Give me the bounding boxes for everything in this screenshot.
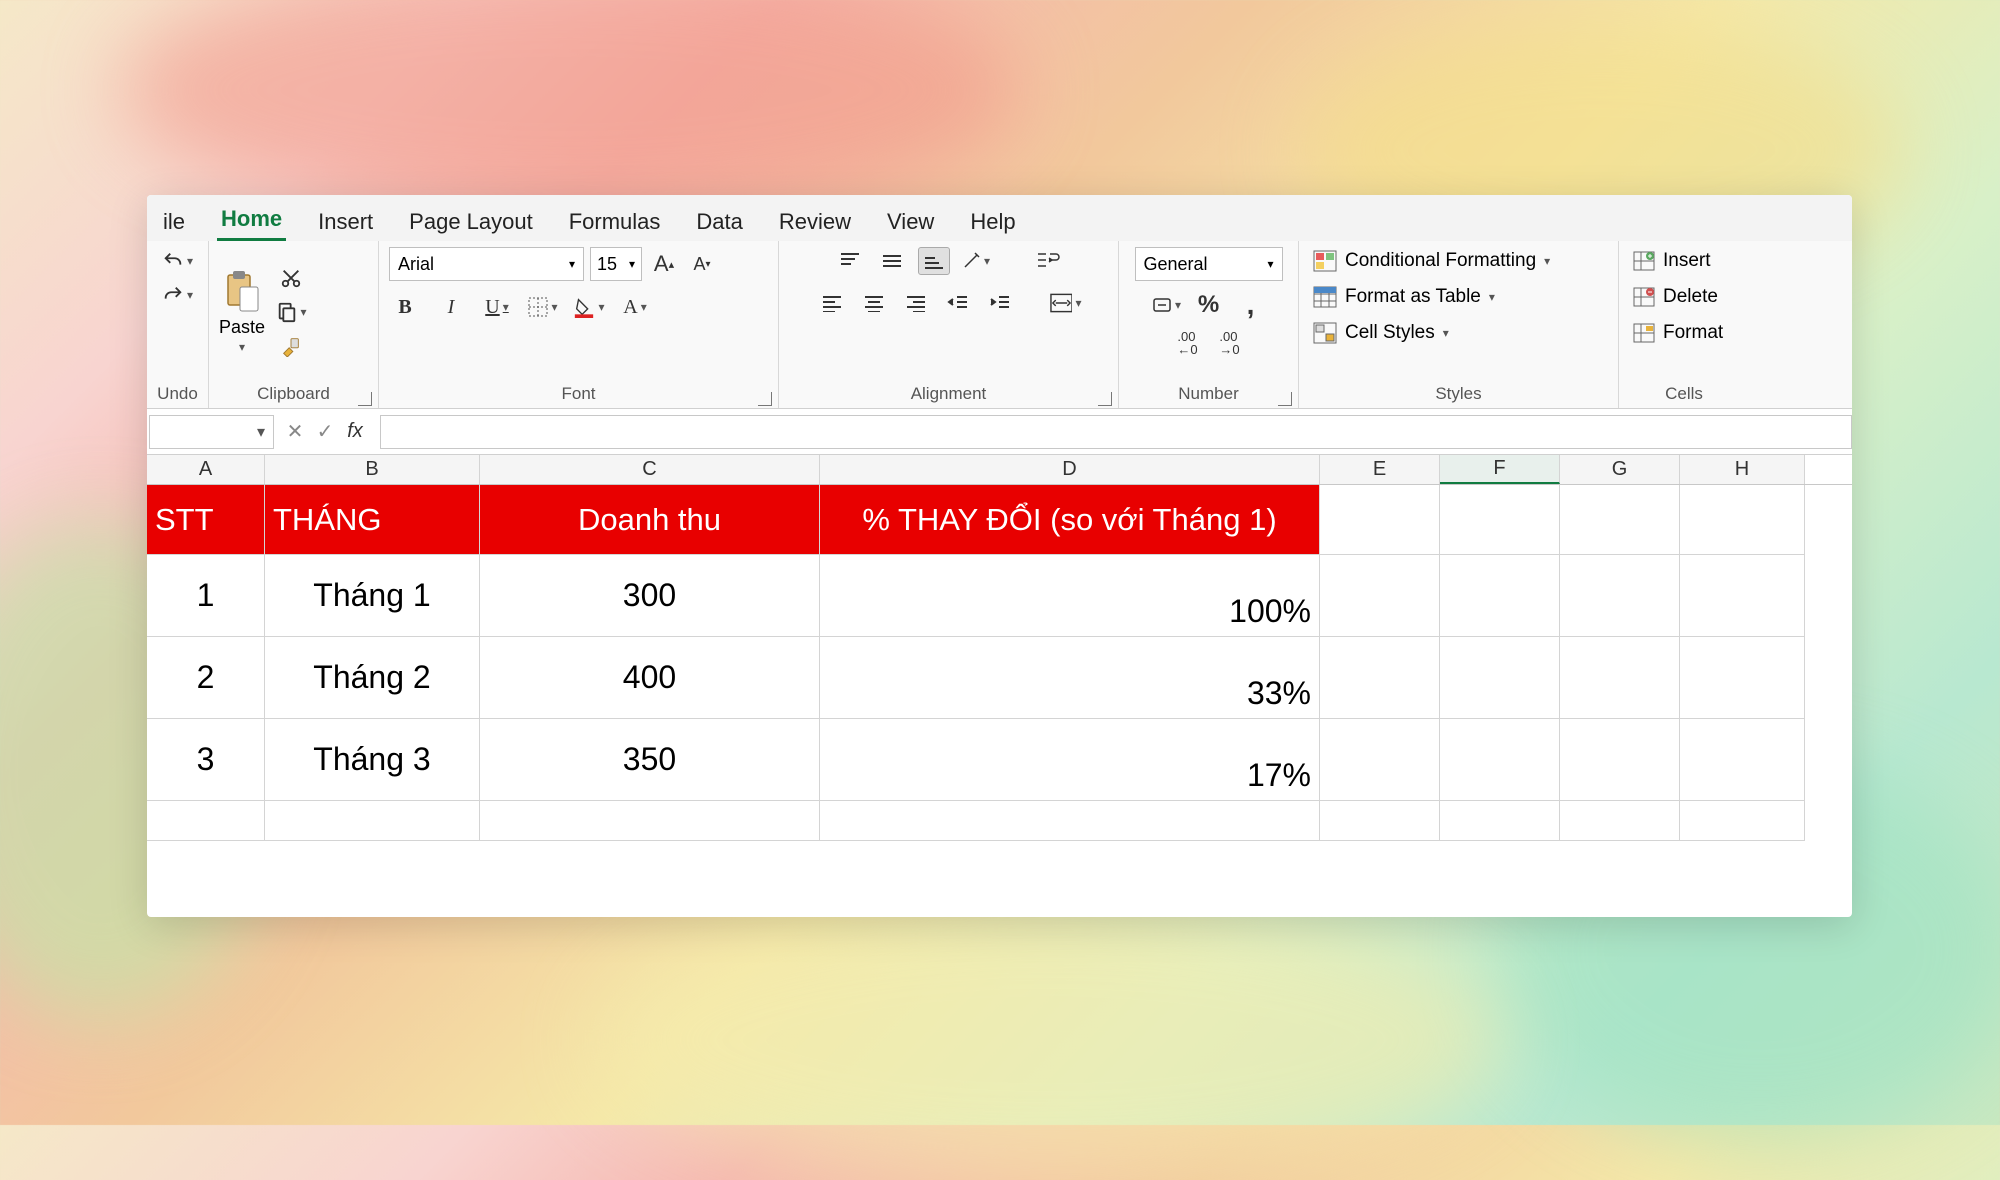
- tab-view[interactable]: View: [883, 201, 938, 241]
- formula-input[interactable]: [380, 415, 1852, 449]
- number-format-select[interactable]: General▾: [1135, 247, 1283, 281]
- table-header-row: STT THÁNG Doanh thu % THAY ĐỔI (so với T…: [147, 485, 1852, 555]
- group-label-undo: Undo: [147, 382, 208, 408]
- decrease-decimal-button[interactable]: .00←0: [1172, 329, 1204, 357]
- align-middle-button[interactable]: [876, 247, 908, 275]
- align-right-button[interactable]: [900, 289, 932, 317]
- formula-cancel-icon[interactable]: ✕: [280, 417, 310, 447]
- group-label-styles: Styles: [1299, 382, 1618, 408]
- group-label-font: Font: [379, 382, 778, 408]
- copy-button[interactable]: [275, 298, 307, 326]
- col-header-F[interactable]: F: [1440, 455, 1560, 484]
- table-row: 2 Tháng 2 400 33%: [147, 637, 1852, 719]
- hdr-doanhthu[interactable]: Doanh thu: [480, 485, 820, 555]
- col-header-E[interactable]: E: [1320, 455, 1440, 484]
- ribbon-tabs: ile Home Insert Page Layout Formulas Dat…: [147, 195, 1852, 241]
- underline-button[interactable]: U: [481, 293, 513, 321]
- paste-button[interactable]: Paste ▾: [219, 269, 265, 354]
- conditional-formatting-button[interactable]: Conditional Formatting▾: [1309, 247, 1554, 275]
- font-color-button[interactable]: A: [619, 293, 651, 321]
- clipboard-dialog-icon[interactable]: [358, 392, 372, 406]
- format-painter-button[interactable]: [275, 332, 307, 360]
- insert-cells-button[interactable]: Insert: [1629, 247, 1715, 275]
- accounting-format-button[interactable]: [1151, 291, 1183, 319]
- italic-button[interactable]: I: [435, 293, 467, 321]
- paste-label: Paste: [219, 317, 265, 338]
- col-header-D[interactable]: D: [820, 455, 1320, 484]
- formula-bar: ▾ ✕ ✓ fx: [147, 409, 1852, 455]
- align-center-button[interactable]: [858, 289, 890, 317]
- borders-button[interactable]: [527, 293, 559, 321]
- col-header-B[interactable]: B: [265, 455, 480, 484]
- cell-styles-button[interactable]: Cell Styles▾: [1309, 319, 1453, 347]
- tab-help[interactable]: Help: [966, 201, 1019, 241]
- column-headers: A B C D E F G H: [147, 455, 1852, 485]
- group-label-number: Number: [1119, 382, 1298, 408]
- number-dialog-icon[interactable]: [1278, 392, 1292, 406]
- bold-button[interactable]: B: [389, 293, 421, 321]
- formula-accept-icon[interactable]: ✓: [310, 417, 340, 447]
- percent-button[interactable]: %: [1193, 291, 1225, 319]
- format-as-table-button[interactable]: Format as Table▾: [1309, 283, 1499, 311]
- format-cells-button[interactable]: Format: [1629, 319, 1727, 347]
- font-size-select[interactable]: 15▾: [590, 247, 642, 281]
- wrap-text-button[interactable]: [1032, 247, 1064, 275]
- hdr-thaydoi[interactable]: % THAY ĐỔI (so với Tháng 1): [820, 485, 1320, 555]
- tab-formulas[interactable]: Formulas: [565, 201, 665, 241]
- fill-color-button[interactable]: [573, 293, 605, 321]
- col-header-G[interactable]: G: [1560, 455, 1680, 484]
- tab-insert[interactable]: Insert: [314, 201, 377, 241]
- shrink-font-button[interactable]: A▾: [686, 250, 718, 278]
- group-label-alignment: Alignment: [779, 382, 1118, 408]
- ribbon: Undo Paste ▾: [147, 241, 1852, 409]
- merge-center-button[interactable]: [1050, 289, 1082, 317]
- orientation-button[interactable]: [960, 247, 992, 275]
- comma-button[interactable]: ,: [1235, 291, 1267, 319]
- cut-button[interactable]: [275, 264, 307, 292]
- font-name-select[interactable]: Arial▾: [389, 247, 584, 281]
- tab-page-layout[interactable]: Page Layout: [405, 201, 537, 241]
- excel-window: ile Home Insert Page Layout Formulas Dat…: [147, 195, 1852, 917]
- col-header-C[interactable]: C: [480, 455, 820, 484]
- spreadsheet-grid[interactable]: A B C D E F G H STT THÁNG Doanh thu % TH…: [147, 455, 1852, 841]
- font-dialog-icon[interactable]: [758, 392, 772, 406]
- hdr-thang[interactable]: THÁNG: [265, 485, 480, 555]
- increase-indent-button[interactable]: [984, 289, 1016, 317]
- name-box[interactable]: ▾: [149, 415, 274, 449]
- table-row: 3 Tháng 3 350 17%: [147, 719, 1852, 801]
- increase-decimal-button[interactable]: .00→0: [1214, 329, 1246, 357]
- table-row: [147, 801, 1852, 841]
- alignment-dialog-icon[interactable]: [1098, 392, 1112, 406]
- tab-home[interactable]: Home: [217, 198, 286, 241]
- delete-cells-button[interactable]: Delete: [1629, 283, 1722, 311]
- tab-review[interactable]: Review: [775, 201, 855, 241]
- tab-data[interactable]: Data: [692, 201, 746, 241]
- tab-file[interactable]: ile: [159, 201, 189, 241]
- group-label-clipboard: Clipboard: [209, 382, 378, 408]
- align-top-button[interactable]: [834, 247, 866, 275]
- grow-font-button[interactable]: A▴: [648, 250, 680, 278]
- hdr-stt[interactable]: STT: [147, 485, 265, 555]
- fx-icon[interactable]: fx: [340, 417, 370, 447]
- redo-button[interactable]: [162, 281, 194, 309]
- col-header-H[interactable]: H: [1680, 455, 1805, 484]
- decrease-indent-button[interactable]: [942, 289, 974, 317]
- undo-button[interactable]: [162, 247, 194, 275]
- col-header-A[interactable]: A: [147, 455, 265, 484]
- table-row: 1 Tháng 1 300 100%: [147, 555, 1852, 637]
- group-label-cells: Cells: [1619, 382, 1749, 408]
- align-left-button[interactable]: [816, 289, 848, 317]
- align-bottom-button[interactable]: [918, 247, 950, 275]
